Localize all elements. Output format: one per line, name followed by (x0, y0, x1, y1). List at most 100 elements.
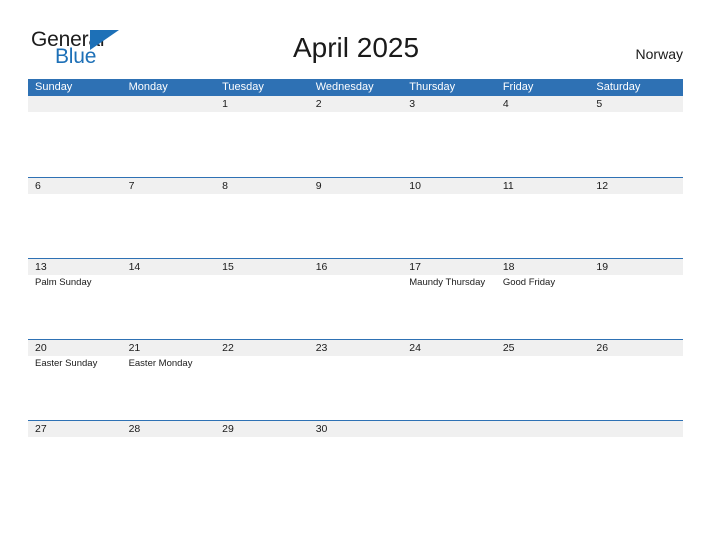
day-cell[interactable]: 28 (122, 421, 216, 501)
day-number: 17 (409, 261, 421, 273)
day-number: 2 (315, 98, 322, 110)
calendar-week-row: 20 Easter Sunday 21 Easter Monday 22 23 24 25 26 (28, 339, 683, 420)
day-number: 23 (315, 342, 328, 354)
day-number: 6 (35, 180, 41, 192)
day-cell[interactable]: 14 (122, 259, 216, 339)
empty-day-cell (496, 421, 590, 501)
week-cells: 6 7 8 9 10 11 12 (28, 178, 683, 258)
week-cells: 1 2 3 4 5 (28, 96, 683, 177)
day-events: Easter Monday (129, 356, 216, 370)
day-number: 5 (596, 98, 603, 110)
day-events (35, 437, 122, 439)
day-events (316, 275, 403, 277)
holiday-label: Maundy Thursday (409, 277, 486, 288)
day-cell[interactable]: 26 (589, 340, 683, 420)
holiday-label: Good Friday (502, 277, 556, 288)
day-cell[interactable]: 11 (496, 178, 590, 258)
day-events (409, 112, 496, 114)
day-number: 22 (222, 342, 234, 354)
calendar-week-row: 27 28 29 30 (28, 420, 683, 501)
day-events (503, 356, 590, 358)
page-title: April 2025 (292, 32, 420, 63)
day-number: 26 (596, 342, 609, 354)
weekday-header-wednesday: Wednesday (315, 81, 374, 93)
day-number: 13 (35, 261, 47, 273)
day-cell[interactable]: 5 (589, 96, 683, 177)
day-number: 9 (315, 180, 322, 192)
weekday-header-sunday: Sunday (35, 81, 73, 93)
day-events (129, 437, 216, 439)
day-cell[interactable]: 7 (122, 178, 216, 258)
day-number: 25 (502, 342, 515, 354)
calendar-week-container: 1 2 3 4 5 6 7 8 9 10 11 12 13 Palm Sunday 14 15 16 17 Maun… (28, 96, 683, 501)
day-events (596, 194, 683, 196)
calendar-week-row: 1 2 3 4 5 (28, 96, 683, 177)
day-number: 29 (222, 423, 234, 435)
day-events (596, 356, 683, 358)
day-cell[interactable]: 21 Easter Monday (122, 340, 216, 420)
day-cell[interactable]: 27 (28, 421, 122, 501)
day-cell[interactable]: 15 (215, 259, 309, 339)
weekday-header-friday: Friday (502, 81, 534, 93)
day-cell[interactable]: 29 (215, 421, 309, 501)
day-cell[interactable]: 17 Maundy Thursday (402, 259, 496, 339)
weekday-header-saturday: Saturday (596, 81, 641, 93)
day-cell[interactable]: 8 (215, 178, 309, 258)
day-cell[interactable]: 10 (402, 178, 496, 258)
day-number: 24 (409, 342, 421, 354)
day-events (35, 194, 122, 196)
weekday-header-tuesday: Tuesday (222, 81, 264, 93)
day-number: 7 (128, 180, 135, 192)
day-number: 1 (222, 98, 228, 110)
day-number: 18 (502, 261, 515, 273)
day-cell[interactable]: 25 (496, 340, 590, 420)
weekday-header-thursday: Thursday (409, 81, 456, 93)
day-cell[interactable]: 2 (309, 96, 403, 177)
day-events: Maundy Thursday (409, 275, 496, 289)
day-events (316, 112, 403, 114)
day-cell[interactable]: 13 Palm Sunday (28, 259, 122, 339)
day-cell[interactable]: 30 (309, 421, 403, 501)
day-number: 28 (128, 423, 141, 435)
day-events (503, 112, 590, 114)
day-cell[interactable]: 19 (589, 259, 683, 339)
day-events: Palm Sunday (35, 275, 122, 289)
day-cell[interactable]: 18 Good Friday (496, 259, 590, 339)
day-cell[interactable]: 22 (215, 340, 309, 420)
day-cell[interactable]: 9 (309, 178, 403, 258)
week-cells: 20 Easter Sunday 21 Easter Monday 22 23 24 25 26 (28, 340, 683, 420)
empty-day-cell (122, 96, 216, 177)
empty-day-cell (28, 96, 122, 177)
day-number: 3 (409, 98, 416, 110)
day-events: Good Friday (503, 275, 590, 289)
day-events: Easter Sunday (35, 356, 122, 370)
day-number: 8 (222, 180, 228, 192)
day-cell[interactable]: 6 (28, 178, 122, 258)
day-events (409, 194, 496, 196)
holiday-label: Easter Sunday (35, 358, 98, 369)
day-number: 19 (596, 261, 609, 273)
day-events (596, 275, 683, 277)
day-number: 30 (315, 423, 328, 435)
day-number: 27 (35, 423, 47, 435)
day-cell[interactable]: 3 (402, 96, 496, 177)
day-events (222, 112, 309, 114)
day-cell[interactable]: 4 (496, 96, 590, 177)
day-cell[interactable]: 16 (309, 259, 403, 339)
day-events (409, 356, 496, 358)
day-cell[interactable]: 20 Easter Sunday (28, 340, 122, 420)
day-cell[interactable]: 12 (589, 178, 683, 258)
day-events (129, 194, 216, 196)
day-number: 20 (35, 342, 47, 354)
day-events (316, 194, 403, 196)
day-number: 16 (315, 261, 328, 273)
day-number: 21 (128, 342, 141, 354)
day-number: 10 (409, 180, 421, 192)
week-cells: 27 28 29 30 (28, 421, 683, 501)
day-cell[interactable]: 24 (402, 340, 496, 420)
day-cell[interactable]: 1 (215, 96, 309, 177)
empty-day-cell (402, 421, 496, 501)
holiday-label: Easter Monday (128, 358, 193, 369)
day-cell[interactable]: 23 (309, 340, 403, 420)
day-events (222, 356, 309, 358)
